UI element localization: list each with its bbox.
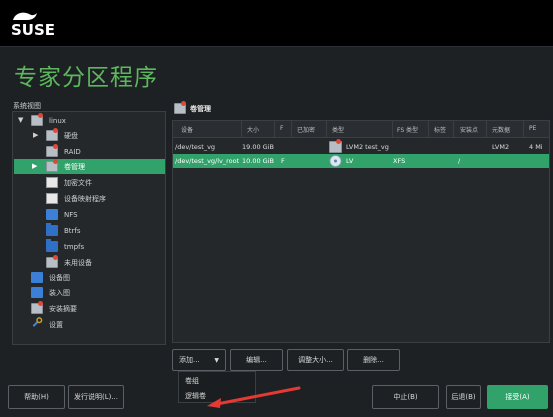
cell-fs-type: XFS bbox=[393, 157, 406, 165]
cell-device: /dev/test_vg/lv_root bbox=[175, 157, 240, 165]
system-view-tree[interactable]: ▼ linux ▶ 硬盘 RAID ▶ 卷管理 加密文件 设备映射程序 NFS … bbox=[12, 111, 166, 345]
logo-wordmark: SUSE bbox=[11, 21, 56, 39]
expand-arrow-icon[interactable]: ▶ bbox=[33, 131, 38, 139]
tree-item-volume-management[interactable]: ▶ 卷管理 bbox=[14, 159, 165, 174]
cell-pe: 4 Mi bbox=[529, 143, 543, 151]
cell-size: 10.00 GiB bbox=[242, 157, 274, 165]
column-f[interactable]: F bbox=[280, 125, 283, 132]
unused-device-icon bbox=[46, 255, 58, 268]
volume-manager-title: 卷管理 bbox=[190, 105, 211, 113]
tree-item-mount-graph[interactable]: 装入图 bbox=[49, 285, 70, 300]
table-header: 设备 大小 F 已加密 类型 FS 类型 标签 安装点 元数据 PE bbox=[173, 121, 549, 138]
delete-button[interactable]: 删除... bbox=[347, 349, 400, 371]
dropdown-arrow-icon: ▼ bbox=[214, 357, 219, 364]
cell-device: /dev/test_vg bbox=[175, 143, 216, 151]
cell-metadata: LVM2 bbox=[492, 143, 510, 151]
tree-item-label: 卷管理 bbox=[64, 163, 85, 171]
column-size[interactable]: 大小 bbox=[247, 125, 259, 134]
page-title: 专家分区程序 bbox=[14, 65, 158, 91]
column-mount-point[interactable]: 安装点 bbox=[460, 125, 478, 134]
tmpfs-icon bbox=[46, 239, 58, 252]
column-label[interactable]: 标签 bbox=[434, 125, 446, 134]
resize-button[interactable]: 调整大小... bbox=[287, 349, 344, 371]
raid-icon bbox=[46, 144, 58, 157]
table-row[interactable]: /dev/test_vg 19.00 GiB LVM2 test_vg LVM2… bbox=[173, 139, 549, 154]
tree-item-device-graph[interactable]: 设备图 bbox=[49, 270, 70, 285]
nfs-icon bbox=[46, 209, 58, 220]
table-row-selected[interactable]: /dev/test_vg/lv_root 10.00 GiB F LV XFS … bbox=[173, 154, 549, 168]
top-bar: SUSE bbox=[0, 0, 553, 47]
abort-button[interactable]: 中止(B) bbox=[372, 385, 439, 409]
mount-graph-icon bbox=[31, 287, 43, 298]
expand-arrow-icon[interactable]: ▶ bbox=[32, 162, 37, 170]
install-summary-icon bbox=[31, 301, 43, 314]
volume-icon bbox=[174, 101, 186, 114]
tree-item-install-summary[interactable]: 安装摘要 bbox=[49, 301, 77, 316]
accept-button[interactable]: 接受(A) bbox=[487, 385, 548, 409]
release-notes-button[interactable]: 发行说明(L)... bbox=[68, 385, 124, 409]
column-type[interactable]: 类型 bbox=[332, 125, 344, 134]
collapse-arrow-icon[interactable]: ▼ bbox=[18, 116, 23, 124]
encrypted-file-icon bbox=[46, 177, 58, 188]
add-button[interactable]: 添加... ▼ bbox=[172, 349, 226, 371]
tree-item-hard-disks[interactable]: 硬盘 bbox=[64, 128, 78, 143]
volume-table[interactable]: 设备 大小 F 已加密 类型 FS 类型 标签 安装点 元数据 PE /dev/… bbox=[172, 120, 550, 343]
add-button-label: 添加... bbox=[179, 356, 200, 364]
cell-size: 19.00 GiB bbox=[242, 143, 274, 151]
volume-manager-header: 卷管理 bbox=[172, 101, 550, 117]
column-metadata[interactable]: 元数据 bbox=[492, 125, 510, 134]
edit-button[interactable]: 编辑... bbox=[230, 349, 283, 371]
tree-item-settings[interactable]: 设置 bbox=[49, 317, 63, 332]
device-mapper-icon bbox=[46, 193, 58, 204]
hard-disk-icon bbox=[46, 128, 58, 141]
settings-icon bbox=[32, 317, 43, 327]
btrfs-icon bbox=[46, 223, 58, 236]
tree-item-unused-devices[interactable]: 未用设备 bbox=[64, 255, 92, 270]
help-button[interactable]: 帮助(H) bbox=[8, 385, 65, 409]
cell-type: LVM2 test_vg bbox=[346, 143, 389, 151]
cell-mount-point: / bbox=[458, 157, 461, 165]
tree-item-btrfs[interactable]: Btrfs bbox=[64, 223, 81, 238]
cell-f: F bbox=[281, 157, 285, 165]
suse-logo: SUSE bbox=[9, 9, 61, 39]
column-encrypted[interactable]: 已加密 bbox=[297, 125, 315, 134]
tree-item-linux[interactable]: linux bbox=[49, 113, 66, 128]
tree-item-tmpfs[interactable]: tmpfs bbox=[64, 239, 84, 254]
column-pe[interactable]: PE bbox=[529, 125, 536, 132]
computer-icon bbox=[31, 113, 43, 126]
system-view-label: 系统视图 bbox=[13, 102, 41, 110]
lvm-group-icon bbox=[329, 139, 342, 153]
column-fs-type[interactable]: FS 类型 bbox=[397, 125, 418, 134]
annotation-arrow-icon bbox=[207, 386, 301, 408]
logical-volume-icon bbox=[329, 155, 342, 167]
cell-type: LV bbox=[346, 157, 354, 165]
volume-icon bbox=[46, 159, 58, 172]
tree-item-raid[interactable]: RAID bbox=[64, 144, 81, 159]
tree-item-nfs[interactable]: NFS bbox=[64, 207, 78, 222]
back-button[interactable]: 后退(B) bbox=[446, 385, 481, 409]
column-device[interactable]: 设备 bbox=[181, 125, 193, 134]
tree-item-device-mapper[interactable]: 设备映射程序 bbox=[64, 191, 106, 206]
tree-item-encrypted-files[interactable]: 加密文件 bbox=[64, 175, 92, 190]
device-graph-icon bbox=[31, 272, 43, 283]
